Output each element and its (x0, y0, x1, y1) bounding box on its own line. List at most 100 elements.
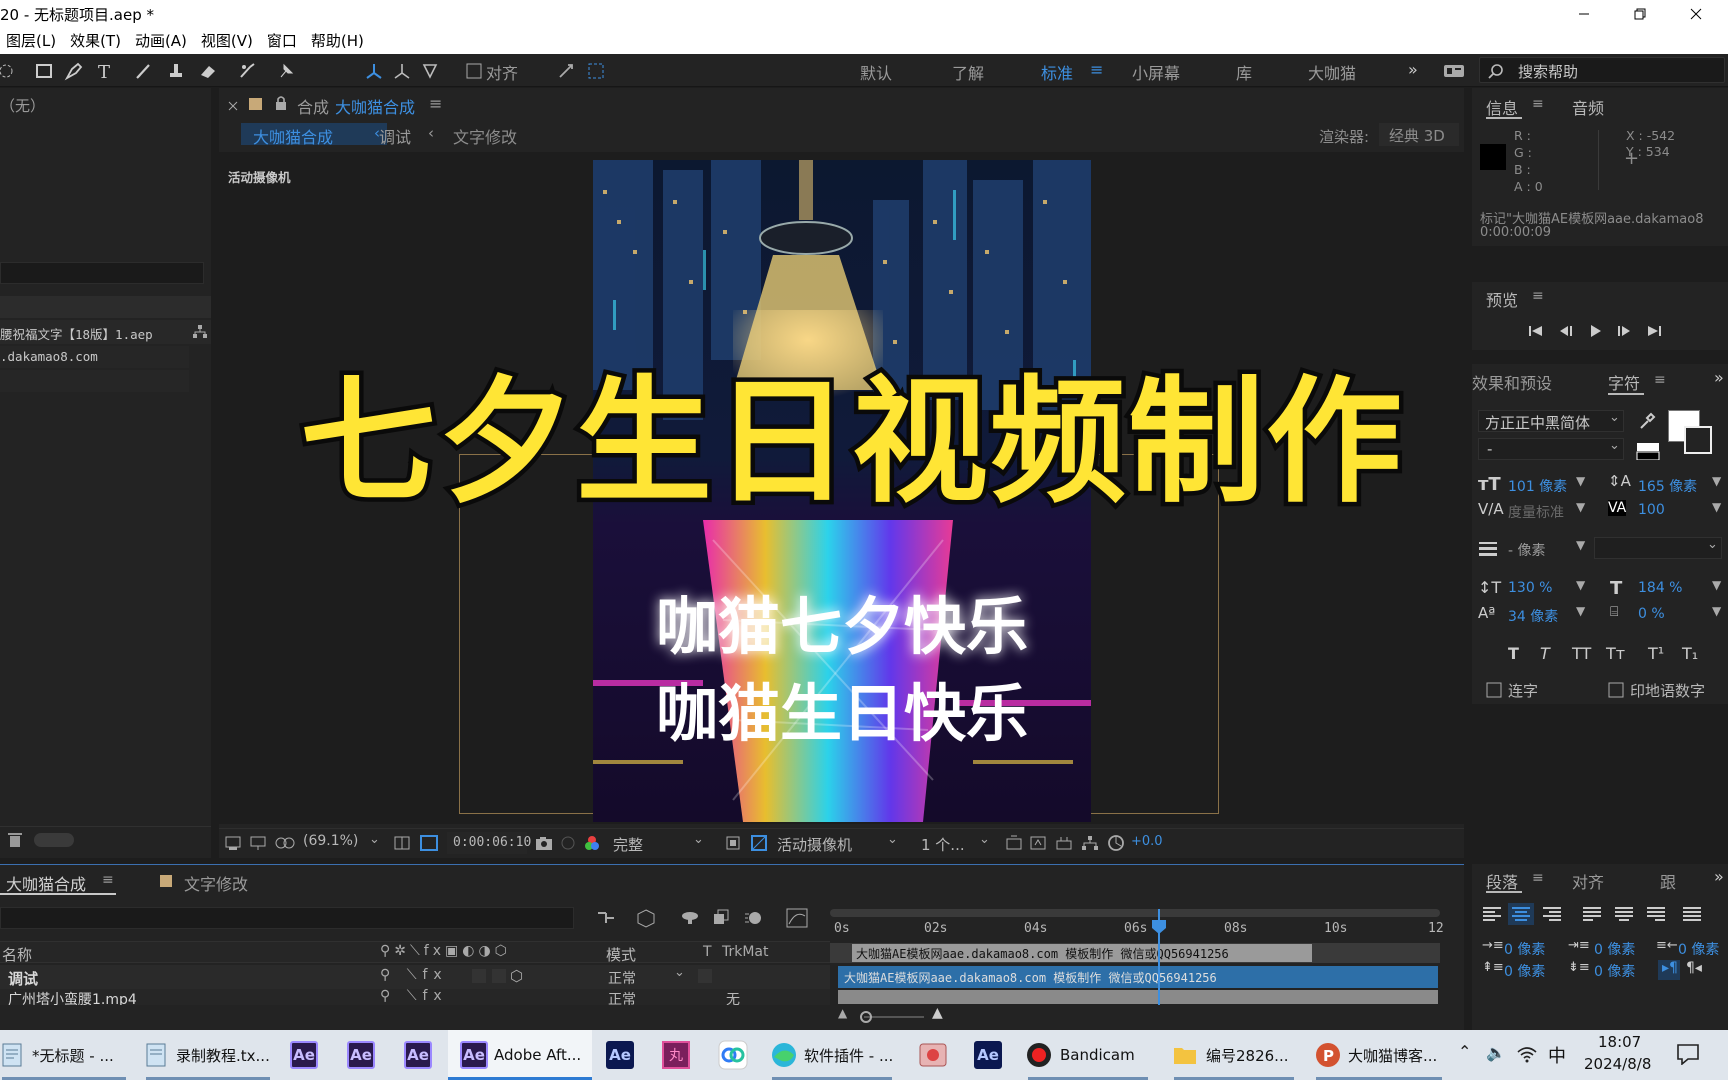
layer-row[interactable]: 广州塔小蛮腰1.mp4 ⚲ ⟍fx 正常 无 (0, 989, 830, 1005)
camera-view-dropdown[interactable]: 活动摄像机 ⌄ (775, 832, 903, 854)
vscale-chevron-icon[interactable]: ▼ (1576, 578, 1585, 592)
playhead-handle-icon[interactable] (1151, 919, 1167, 935)
taskbar-baidu[interactable] (718, 1030, 748, 1080)
next-frame-icon[interactable] (1616, 324, 1632, 338)
draft-3d-icon[interactable] (636, 908, 656, 928)
workspace-small-screen[interactable]: 小屏幕 (1132, 60, 1180, 84)
view-layout-dropdown[interactable]: 1 个... ⌄ (919, 832, 993, 854)
space-after-value[interactable]: 0 像素 (1594, 961, 1635, 981)
horizontal-scale-value[interactable]: 184 % (1638, 580, 1682, 596)
zoom-chevron-down-icon[interactable]: ⌄ (369, 832, 380, 847)
rtl-direction-icon[interactable]: ¶◂ (1686, 960, 1702, 976)
last-frame-icon[interactable] (1646, 324, 1662, 338)
faux-italic-button[interactable]: T (1540, 644, 1550, 663)
graph-editor-icon[interactable] (786, 908, 808, 928)
justify-center-icon[interactable] (1614, 906, 1634, 922)
taskbar-ae-3[interactable]: Ae (404, 1030, 432, 1080)
exposure-value[interactable]: +0.0 (1131, 834, 1163, 849)
viewer-menu-icon[interactable]: ≡ (429, 94, 442, 113)
first-frame-icon[interactable] (1528, 324, 1544, 338)
layer-mode-value[interactable]: 正常 (608, 989, 636, 1005)
layer-trkmat-value[interactable]: 无 (726, 989, 740, 1005)
taskbar-bandicam[interactable]: Bandicam (1026, 1030, 1150, 1080)
video-layer-bar[interactable] (838, 990, 1438, 1004)
menu-window[interactable]: 窗口 (261, 30, 303, 51)
shy-layers-icon[interactable] (680, 908, 700, 928)
layer-switches-icons[interactable]: ⚲ ⟍fx (380, 967, 448, 983)
tab-character[interactable]: 字符 (1608, 370, 1640, 394)
paragraph-expand-icon[interactable]: » (1714, 867, 1724, 886)
workspace-libraries[interactable]: 库 (1236, 60, 1252, 84)
ime-indicator[interactable]: 中 (1548, 1042, 1566, 1068)
space-before-value[interactable]: 0 像素 (1504, 961, 1545, 981)
current-time-field[interactable]: 0:00:06:10 (447, 832, 531, 854)
ltr-direction-button[interactable]: ▸¶ (1658, 960, 1680, 980)
world-axis-icon[interactable] (390, 59, 414, 83)
tsume-value[interactable]: 0 % (1638, 606, 1665, 622)
minimize-button[interactable] (1556, 0, 1612, 27)
taskbar-edge[interactable]: 软件插件 - ... (770, 1030, 894, 1080)
menu-layer[interactable]: 图层(L) (0, 30, 62, 51)
help-search-box[interactable]: 搜索帮助 (1479, 57, 1725, 83)
taskbar-tutorial[interactable]: 录制教程.tx... (144, 1030, 272, 1080)
workspace-dakamao[interactable]: 大咖猫 (1308, 60, 1356, 84)
ligature-checkbox[interactable] (1486, 682, 1502, 698)
align-center-button[interactable] (1508, 903, 1534, 925)
tracking-chevron-icon[interactable]: ▼ (1712, 500, 1721, 514)
subscript-button[interactable]: T₁ (1682, 644, 1698, 663)
zoom-in-icon[interactable]: ▲ (932, 1005, 943, 1021)
taskbar-adobe-ae-active[interactable]: Ae Adobe Aft... (448, 1030, 592, 1080)
taskbar-powerpoint[interactable]: P 大咖猫博客... (1314, 1030, 1444, 1080)
timeline-zoom-slider[interactable]: ▲ ▲ (838, 1005, 948, 1024)
baseline-shift-value[interactable]: 34 像素 (1508, 606, 1558, 626)
character-menu-icon[interactable]: ≡ (1654, 372, 1666, 388)
zoom-thumb[interactable] (860, 1011, 872, 1023)
taskbar-wps[interactable]: 丸 (662, 1030, 690, 1080)
menu-help[interactable]: 帮助(H) (305, 30, 370, 51)
all-caps-button[interactable]: TT (1572, 644, 1591, 663)
view-axis-icon[interactable] (418, 59, 442, 83)
taskbar-notepad[interactable]: *无标题 - ... (0, 1030, 128, 1080)
stroke-chevron-icon[interactable]: ▼ (1576, 538, 1585, 552)
snap-grid-icon[interactable] (584, 59, 608, 83)
composition-flowchart-icon[interactable] (596, 909, 616, 927)
tab-audio[interactable]: 音频 (1572, 95, 1604, 119)
stroke-width-value[interactable]: - 像素 (1508, 540, 1546, 560)
font-style-dropdown[interactable]: - ⌄ (1478, 438, 1624, 460)
preview-menu-icon[interactable]: ≡ (1532, 288, 1544, 304)
layer-search-input[interactable] (0, 907, 574, 929)
justify-all-icon[interactable] (1682, 906, 1702, 922)
hindi-digits-checkbox[interactable] (1608, 682, 1624, 698)
taskbar-explorer[interactable]: 编号2826... (1172, 1030, 1296, 1080)
roto-brush-icon[interactable] (236, 59, 260, 83)
clock-date[interactable]: 2024/8/8 (1584, 1055, 1651, 1073)
more-workspaces-icon[interactable]: » (1408, 60, 1418, 79)
project-search-input[interactable] (0, 262, 204, 284)
workspace-standard[interactable]: 标准 (1041, 60, 1073, 84)
taskbar-ae-dark[interactable]: Ae (606, 1030, 634, 1080)
indent-right-value[interactable]: 0 像素 (1678, 939, 1719, 959)
layer-adjust-switch[interactable] (492, 969, 506, 983)
rectangle-tool-icon[interactable] (32, 59, 56, 83)
eraser-tool-icon[interactable] (196, 59, 220, 83)
justify-right-icon[interactable] (1646, 906, 1666, 922)
taskbar-gallery[interactable] (918, 1030, 948, 1080)
restore-button[interactable] (1612, 0, 1668, 27)
indent-first-line-value[interactable]: 0 像素 (1594, 939, 1635, 959)
kerning-value[interactable]: 度量标准 (1508, 502, 1564, 522)
tracking-value[interactable]: 100 (1638, 502, 1665, 518)
vertical-scale-value[interactable]: 130 % (1508, 580, 1552, 596)
workspace-learn[interactable]: 了解 (952, 60, 984, 84)
brush-tool-icon[interactable] (132, 59, 156, 83)
stroke-color-swatch[interactable] (1684, 426, 1712, 454)
kerning-chevron-icon[interactable]: ▼ (1576, 500, 1585, 514)
timeline-tab-comp[interactable]: 大咖猫合成 (6, 871, 86, 895)
superscript-button[interactable]: T¹ (1648, 644, 1664, 663)
snap-options-icon[interactable] (554, 59, 578, 83)
indent-left-value[interactable]: 0 像素 (1504, 939, 1545, 959)
clone-stamp-icon[interactable] (164, 59, 188, 83)
close-button[interactable] (1668, 0, 1724, 27)
eyedropper-icon[interactable] (1638, 412, 1656, 430)
fill-stroke-icon[interactable] (1636, 442, 1660, 460)
layer-3d-cube-icon[interactable]: ⬡ (510, 967, 523, 985)
